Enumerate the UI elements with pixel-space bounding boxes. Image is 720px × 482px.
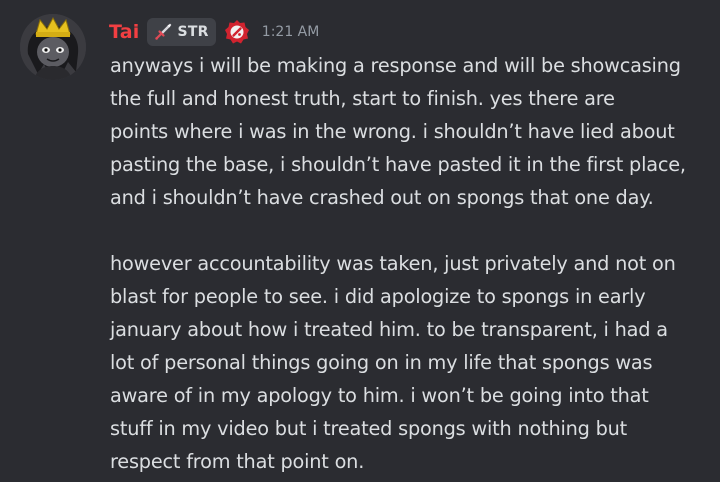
message-line: respect from that point on. [110, 450, 365, 473]
message-content: anyways i will be making a response and … [110, 49, 714, 478]
message-line: lot of personal things going on in my li… [110, 351, 653, 374]
red-badge-icon[interactable] [224, 19, 250, 45]
avatar-image [20, 14, 86, 80]
message-line: however accountability was taken, just p… [110, 252, 676, 275]
message-line: blast for people to see. i did apologize… [110, 285, 646, 308]
username[interactable]: Tai [109, 21, 139, 43]
sword-icon [155, 23, 172, 40]
avatar[interactable] [20, 14, 86, 80]
message-line: january about how i treated him. to be t… [110, 318, 668, 341]
message-line: the full and honest truth, start to fini… [110, 87, 615, 110]
timestamp[interactable]: 1:21 AM [262, 24, 320, 40]
message-line: anyways i will be making a response and … [110, 54, 681, 77]
message-line: aware of in my apology to him. i won’t b… [110, 384, 649, 407]
message-header: Tai STR 1:21 AM [109, 18, 319, 46]
message-line: stuff in my video but i treated spongs w… [110, 417, 628, 440]
guild-tag[interactable]: STR [147, 18, 216, 46]
chat-message: Tai STR 1:21 AM anyways i will be making… [0, 0, 720, 482]
message-line: and i shouldn’t have crashed out on spon… [110, 186, 654, 209]
guild-tag-label: STR [177, 24, 209, 40]
message-line: pasting the base, i shouldn’t have paste… [110, 153, 686, 176]
message-line: points where i was in the wrong. i shoul… [110, 120, 675, 143]
